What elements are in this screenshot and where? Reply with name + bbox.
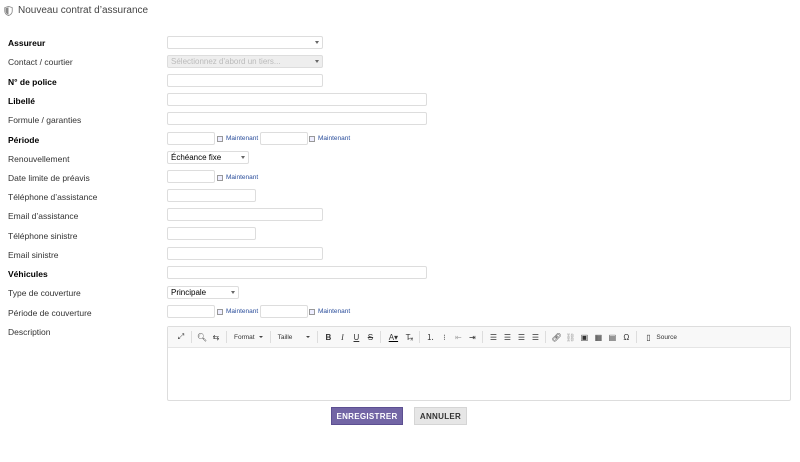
periode-end-now-button[interactable]: Maintenant [309,135,350,142]
periode-couverture-label: Période de couverture [8,308,92,318]
tel-assistance-label: Téléphone d’assistance [8,192,98,202]
email-assistance-input[interactable] [167,208,323,221]
calendar-icon [309,135,315,142]
numbered-list-icon[interactable]: ⒈ [423,330,437,344]
contact-placeholder: Sélectionnez d'abord un tiers... [171,57,281,66]
format-combo[interactable]: Format [230,334,267,341]
formule-label: Formule / garanties [8,115,82,125]
unlink-icon[interactable]: ⛓︎ [563,330,577,344]
bold-icon[interactable]: B [321,330,335,344]
source-icon: ▯ [646,332,651,342]
renouvellement-select[interactable]: Échéance fixe [167,151,249,164]
renouvellement-label: Renouvellement [8,154,70,164]
tel-sinistre-label: Téléphone sinistre [8,231,78,241]
remove-format-icon[interactable]: T̶ₓ [402,330,416,344]
chevron-down-icon [258,336,263,338]
type-couverture-label: Type de couverture [8,288,81,298]
periode-label: Période [8,135,40,145]
preavis-now-button[interactable]: Maintenant [217,174,258,181]
horizontal-rule-icon[interactable]: ▤ [605,330,619,344]
description-editor[interactable]: ⤢ 🔍︎ ⇆ Format Taille B I U S A▾ T̶ₓ ⒈ ⁝ … [167,326,791,401]
couverture-start-input[interactable] [167,305,215,318]
calendar-icon [217,174,223,181]
couverture-end-now-button[interactable]: Maintenant [309,308,350,315]
formule-input[interactable] [167,112,427,125]
periode-start-input[interactable] [167,132,215,145]
assureur-select[interactable] [167,36,323,49]
calendar-icon [309,308,315,315]
chevron-down-icon [315,41,319,44]
chevron-down-icon [231,291,235,294]
underline-icon[interactable]: U [349,330,363,344]
police-label: N° de police [8,77,57,87]
contact-select[interactable]: Sélectionnez d'abord un tiers... [167,55,323,68]
libelle-input[interactable] [167,93,427,106]
calendar-icon [217,135,223,142]
maximize-icon[interactable]: ⤢ [174,330,188,344]
italic-icon[interactable]: I [335,330,349,344]
tel-sinistre-input[interactable] [167,227,256,240]
chevron-down-icon [306,336,311,338]
size-combo[interactable]: Taille [274,334,315,341]
align-justify-icon[interactable]: ☰ [528,330,542,344]
image-icon[interactable]: ▣ [577,330,591,344]
replace-icon[interactable]: ⇆ [209,330,223,344]
periode-end-input[interactable] [260,132,308,145]
chevron-down-icon [241,156,245,159]
align-center-icon[interactable]: ☰ [500,330,514,344]
assureur-label: Assureur [8,38,46,48]
contact-label: Contact / courtier [8,57,73,67]
cancel-button[interactable]: ANNULER [414,407,467,425]
save-button[interactable]: ENREGISTRER [331,407,403,425]
tel-assistance-input[interactable] [167,189,256,202]
table-icon[interactable]: ▦ [591,330,605,344]
align-left-icon[interactable]: ☰ [486,330,500,344]
page-title-text: Nouveau contrat d’assurance [18,5,149,16]
email-assistance-label: Email d’assistance [8,211,79,221]
chevron-down-icon [315,60,319,63]
vehicules-input[interactable] [167,266,427,279]
align-right-icon[interactable]: ☰ [514,330,528,344]
source-button[interactable]: ▯ Source [640,330,681,344]
special-char-icon[interactable]: Ω [619,330,633,344]
calendar-icon [217,308,223,315]
preavis-label: Date limite de préavis [8,173,90,183]
police-input[interactable] [167,74,323,87]
text-color-icon[interactable]: A▾ [384,330,402,344]
page-title: Nouveau contrat d’assurance [4,5,148,16]
strikethrough-icon[interactable]: S [363,330,377,344]
couverture-start-now-button[interactable]: Maintenant [217,308,258,315]
bulleted-list-icon[interactable]: ⁝ [437,330,451,344]
description-label: Description [8,327,51,337]
editor-content-area[interactable] [168,348,790,401]
outdent-icon[interactable]: ⇤ [451,330,465,344]
shield-icon [4,5,13,16]
periode-start-now-button[interactable]: Maintenant [217,135,258,142]
libelle-label: Libellé [8,96,35,106]
vehicules-label: Véhicules [8,269,48,279]
indent-icon[interactable]: ⇥ [465,330,479,344]
find-icon[interactable]: 🔍︎ [195,330,209,344]
email-sinistre-label: Email sinistre [8,250,59,260]
email-sinistre-input[interactable] [167,247,323,260]
couverture-end-input[interactable] [260,305,308,318]
preavis-input[interactable] [167,170,215,183]
type-couverture-select[interactable]: Principale [167,286,239,299]
link-icon[interactable]: 🔗︎ [549,330,563,344]
editor-toolbar: ⤢ 🔍︎ ⇆ Format Taille B I U S A▾ T̶ₓ ⒈ ⁝ … [168,327,790,348]
